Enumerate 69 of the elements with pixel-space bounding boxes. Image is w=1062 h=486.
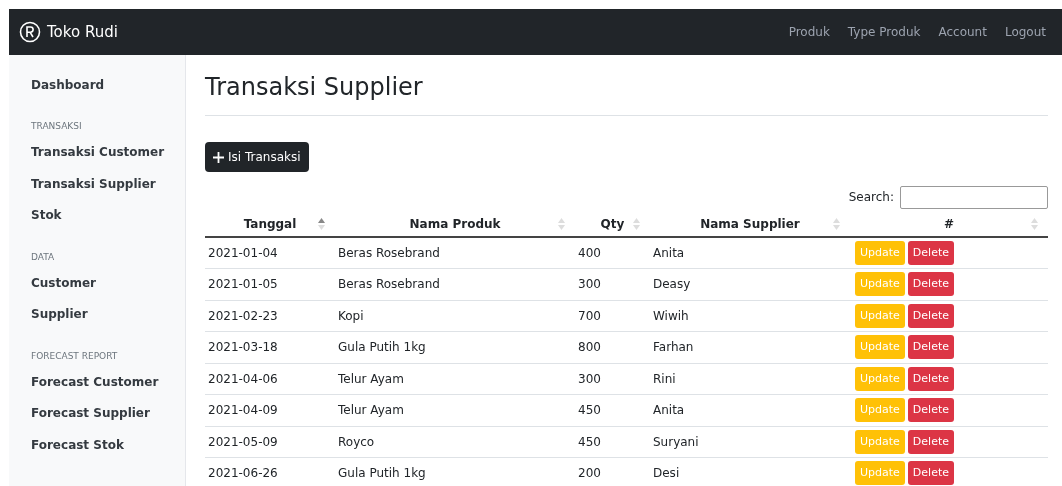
sidebar-heading: FORECAST REPORT — [31, 349, 119, 363]
nav-link[interactable]: Account — [938, 23, 987, 41]
search-field[interactable] — [900, 185, 1048, 209]
table-cell: Anita — [653, 246, 685, 260]
table-cell: 300 — [578, 371, 601, 386]
table-cell: Deasy — [653, 277, 691, 292]
sidebar-link[interactable]: Forecast Customer — [31, 366, 159, 398]
sidebar-heading: DATA — [31, 250, 56, 264]
sidebar-link[interactable]: Transaksi Supplier — [31, 168, 156, 200]
delete-button[interactable]: Delete — [907, 303, 954, 328]
sidebar-link[interactable]: Customer — [31, 267, 97, 299]
table-cell: Royco — [338, 434, 375, 449]
table-cell: 300 — [578, 277, 601, 292]
nav-link[interactable]: Logout — [1004, 23, 1046, 41]
delete-button[interactable]: Delete — [907, 335, 954, 360]
sidebar-heading: TRANSAKSI — [31, 120, 83, 134]
plus-icon — [213, 151, 224, 163]
table-cell: 200 — [578, 466, 601, 481]
table-cell: Desi — [653, 466, 680, 481]
table-cell: 800 — [578, 340, 601, 355]
add-transaction-button[interactable]: Isi Transaksi — [205, 142, 309, 172]
sidebar-link[interactable]: Forecast Supplier — [31, 397, 150, 429]
table-cell: 2021-02-23 — [208, 308, 278, 323]
table-cell: Suryani — [653, 434, 699, 449]
delete-button[interactable]: Delete — [907, 366, 954, 391]
table-cell: 2021-01-04 — [208, 246, 278, 260]
sidebar-link[interactable]: Dashboard — [31, 69, 105, 101]
delete-button[interactable]: Delete — [907, 241, 954, 265]
delete-button[interactable]: Delete — [907, 272, 954, 297]
table-cell: 2021-01-05 — [208, 277, 278, 292]
table-cell: 2021-06-26 — [208, 466, 278, 481]
table-cell: 2021-04-09 — [208, 403, 278, 418]
column-header[interactable]: Nama Produk — [409, 217, 501, 231]
table-cell: Anita — [653, 403, 685, 418]
nav-link[interactable]: Produk — [788, 23, 830, 41]
table-cell: Telur Ayam — [338, 371, 404, 386]
table-cell: Rini — [653, 371, 676, 386]
table-cell: Wiwih — [653, 308, 689, 323]
sidebar-link[interactable]: Supplier — [31, 298, 88, 330]
delete-button[interactable]: Delete — [907, 429, 954, 454]
table-cell: 2021-03-18 — [208, 340, 278, 355]
table-cell: Beras Rosebrand — [338, 246, 440, 260]
brand-name[interactable]: Toko Rudi — [47, 20, 118, 44]
sidebar-link[interactable]: Transaksi Customer — [31, 136, 165, 168]
sidebar-link[interactable]: Stok — [31, 199, 62, 231]
table-cell: Gula Putih 1kg — [338, 340, 426, 355]
table-cell: 2021-05-09 — [208, 434, 278, 449]
search-label: Search: — [848, 189, 894, 206]
table-cell: 450 — [578, 434, 601, 449]
sidebar-link[interactable]: Forecast Stok — [31, 429, 124, 461]
table-cell: Gula Putih 1kg — [338, 466, 426, 481]
table-cell: 700 — [578, 308, 601, 323]
column-header[interactable]: Qty — [600, 217, 625, 231]
page-title: Transaksi Supplier — [205, 55, 1048, 116]
table-cell: 450 — [578, 403, 601, 418]
table-cell: Telur Ayam — [338, 403, 404, 418]
delete-button[interactable]: Delete — [907, 398, 954, 423]
nav-link[interactable]: Type Produk — [847, 23, 921, 41]
table-cell: 2021-04-06 — [208, 371, 278, 386]
table-cell: Kopi — [338, 308, 364, 323]
table-cell: Farhan — [653, 340, 694, 355]
delete-button[interactable]: Delete — [907, 461, 954, 486]
table-cell: Beras Rosebrand — [338, 277, 440, 292]
column-header[interactable]: Nama Supplier — [700, 217, 800, 231]
column-header[interactable]: Tanggal — [243, 217, 297, 231]
table-cell: 400 — [578, 246, 601, 260]
column-header[interactable]: # — [943, 217, 955, 231]
registered-logo-icon — [19, 21, 41, 43]
sort-icon[interactable] — [318, 218, 325, 230]
